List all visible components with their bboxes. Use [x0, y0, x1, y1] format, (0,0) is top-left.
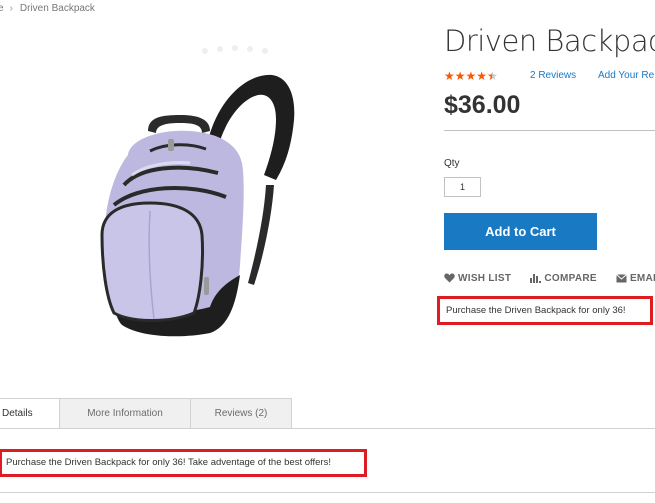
rating-stars: ★★★★★ — [444, 69, 498, 83]
product-actions: WISH LIST COMPARE EMAI — [444, 273, 655, 286]
star-icon: ★ — [444, 69, 455, 83]
divider — [444, 130, 655, 131]
wishlist-label: WISH LIST — [458, 273, 512, 284]
breadcrumb-separator-icon: › — [9, 3, 13, 14]
short-description: Purchase the Driven Backpack for only 36… — [437, 296, 653, 325]
qty-label: Qty — [444, 158, 460, 169]
heart-icon — [444, 273, 455, 286]
reviews-link[interactable]: 2 Reviews — [530, 70, 576, 81]
tab-details[interactable]: Details — [0, 398, 60, 429]
envelope-icon — [616, 274, 627, 286]
email-label: EMAI — [629, 273, 655, 284]
divider — [0, 492, 655, 493]
product-image-backpack — [100, 45, 295, 337]
tabs-divider — [0, 428, 655, 429]
add-review-link[interactable]: Add Your Re — [598, 70, 654, 81]
add-to-cart-button[interactable]: Add to Cart — [444, 213, 597, 250]
wishlist-button[interactable]: WISH LIST — [444, 273, 511, 286]
breadcrumb: e › Driven Backpack — [0, 3, 95, 14]
compare-button[interactable]: COMPARE — [530, 273, 597, 286]
half-star-icon: ★ — [487, 69, 498, 83]
product-title: Driven Backpack — [444, 24, 655, 58]
breadcrumb-current: Driven Backpack — [19, 3, 95, 14]
product-image-gallery[interactable] — [50, 35, 340, 345]
details-description: Purchase the Driven Backpack for only 36… — [0, 449, 367, 477]
breadcrumb-home-link[interactable]: e — [0, 3, 4, 14]
tab-more-information[interactable]: More Information — [59, 398, 191, 429]
tab-reviews[interactable]: Reviews (2) — [190, 398, 292, 429]
compare-icon — [530, 273, 542, 286]
star-icon: ★ — [454, 69, 466, 83]
email-button[interactable]: EMAI — [616, 273, 655, 286]
qty-input[interactable] — [444, 177, 481, 197]
compare-label: COMPARE — [544, 273, 597, 284]
star-icon: ★ — [476, 69, 488, 83]
star-icon: ★ — [465, 69, 477, 83]
product-price: $36.00 — [444, 91, 521, 119]
